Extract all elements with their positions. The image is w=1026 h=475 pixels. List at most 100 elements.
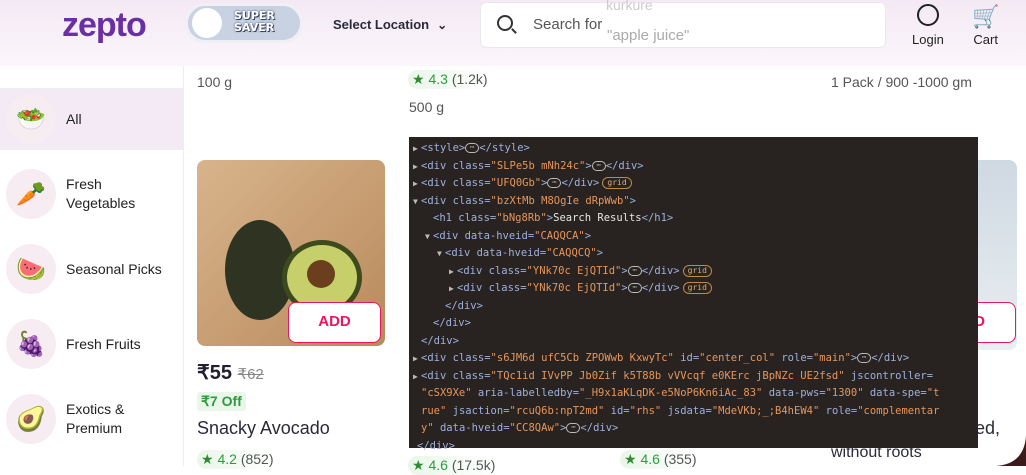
attr-value: "MdeVKb;_;B4hEW4" xyxy=(711,404,820,417)
attr-value: "rhs" xyxy=(629,404,662,417)
tag-token: <div class= xyxy=(421,369,491,382)
zepto-logo[interactable]: zepto xyxy=(62,6,147,45)
expand-arrow-icon[interactable]: ▶ xyxy=(413,175,421,193)
tag-token: </style> xyxy=(479,142,530,154)
cart-icon: 🛒 xyxy=(972,4,1000,29)
tag-token: </div> xyxy=(421,334,459,347)
attr-value: "main" xyxy=(812,352,851,364)
tag-token: <div class= xyxy=(421,352,491,364)
ellipsis-icon[interactable]: ⋯ xyxy=(547,178,562,188)
attr-value: "_H9x1aKLqDK-e5NoP6Kn6iAc_83" xyxy=(579,387,763,399)
collapse-arrow-icon[interactable]: ▼ xyxy=(413,193,421,211)
select-location-button[interactable]: Select Location ⌄ xyxy=(333,17,447,32)
attr-value: "UFQ0Gb" xyxy=(490,177,542,189)
search-input[interactable]: Search for kurkure "apple juice" xyxy=(480,0,886,48)
dom-node-line[interactable]: <h1 class="bNg8Rb">Search Results</h1> xyxy=(409,210,978,228)
tag-token: jsdata= xyxy=(661,404,712,417)
sidebar-item-all[interactable]: 🥗 All xyxy=(0,88,183,150)
grid-badge[interactable]: grid xyxy=(602,177,632,189)
dom-node-line[interactable]: ▶ <div class="TQc1id IVvPP Jb0Zif k5T88b … xyxy=(409,368,978,386)
sidebar-item-fresh-fruits[interactable]: 🍇 Fresh Fruits xyxy=(0,313,183,375)
grid-badge[interactable]: grid xyxy=(682,282,712,294)
tag-token: <div class= xyxy=(421,194,491,207)
ellipsis-icon[interactable]: ⋯ xyxy=(591,160,606,171)
dom-node-line[interactable]: ▼ <div data-hveid="CAQQCQ"> xyxy=(409,245,978,263)
sidebar-item-label: Fresh Vegetables xyxy=(66,176,136,211)
dom-node-line[interactable]: ▼ <div class="bzXtMb M8OgIe dRpWwb"> xyxy=(409,193,978,211)
dom-node-line[interactable]: "cSX9Xe" aria-labelledby="_H9x1aKLqDK-e5… xyxy=(409,385,978,403)
ellipsis-icon[interactable]: ⋯ xyxy=(627,283,642,293)
attr-value: y" xyxy=(421,422,434,434)
ellipsis-icon[interactable]: ⋯ xyxy=(627,265,642,276)
collapse-arrow-icon[interactable]: ▼ xyxy=(425,228,433,246)
dom-node-line[interactable]: ▶ <div class="YNk70c EjQTId"> ⋯ </div> grid xyxy=(409,263,978,281)
star-icon: ★ xyxy=(412,71,425,87)
dom-node-line[interactable]: rue" jsaction="rcuQ6b:npT2md" id="rhs" j… xyxy=(409,403,978,421)
tag-token: </div> xyxy=(417,439,455,452)
star-icon: ★ xyxy=(412,457,425,473)
expand-arrow-icon[interactable]: ▶ xyxy=(449,280,457,298)
dom-node-line[interactable]: ▶ <div class="YNk70c EjQTId"> ⋯ </div> grid xyxy=(409,280,978,298)
category-image: 🍉 xyxy=(6,244,56,294)
tag-token: > xyxy=(596,247,604,259)
search-placeholder-term: "apple juice" xyxy=(607,27,690,44)
category-image: 🥑 xyxy=(6,394,56,444)
dom-node-line[interactable]: ▶ <div class="UFQ0Gb"> ⋯ </div> grid xyxy=(409,175,978,193)
expand-arrow-icon[interactable]: ▶ xyxy=(413,158,421,176)
attr-value: "YNk70c EjQTId" xyxy=(526,264,622,277)
ellipsis-icon[interactable]: ⋯ xyxy=(465,143,480,153)
add-button[interactable]: ADD xyxy=(288,302,381,343)
grid-badge[interactable]: grid xyxy=(682,264,712,277)
dom-node-line[interactable]: ▶ <div class="SLPe5b mNh24c"> ⋯ </div> xyxy=(409,158,978,176)
expand-arrow-icon[interactable]: ▶ xyxy=(413,350,421,368)
star-icon: ★ xyxy=(201,451,214,467)
sidebar-item-fresh-vegetables[interactable]: 🥕 Fresh Vegetables xyxy=(0,163,183,225)
dom-node-line[interactable]: ▶ <style> ⋯ </style> xyxy=(409,140,978,158)
attr-value: rue" xyxy=(421,404,447,417)
ellipsis-icon[interactable]: ⋯ xyxy=(566,423,581,433)
sidebar-item-label: Seasonal Picks xyxy=(66,260,162,277)
attr-value: "cSX9Xe" xyxy=(421,387,472,399)
category-image: 🥕 xyxy=(6,169,56,219)
avocado-seed xyxy=(307,260,335,288)
attr-value: "SLPe5b mNh24c" xyxy=(490,159,586,172)
collapse-arrow-icon[interactable]: ▼ xyxy=(437,245,445,263)
login-label: Login xyxy=(912,32,944,47)
dom-node-line[interactable]: </div> xyxy=(409,333,978,351)
product-name[interactable]: Snacky Avocado xyxy=(197,418,330,439)
dom-node-line[interactable]: </div> xyxy=(409,298,978,316)
product-price: ₹55 ₹62 xyxy=(197,362,264,384)
dom-node-line[interactable]: y" data-hveid="CC8QAw"> ⋯ </div> xyxy=(409,420,978,438)
super-saver-toggle[interactable]: SUPER SAVER xyxy=(185,3,303,43)
dom-node-line[interactable]: </div> xyxy=(409,315,978,333)
tag-token: jscontroller= xyxy=(844,369,934,382)
dom-node-line[interactable]: ▼ <div data-hveid="CAQQCA"> xyxy=(409,228,978,246)
cart-button[interactable]: 🛒 Cart xyxy=(972,4,999,47)
sidebar-item-exotics-premium[interactable]: 🥑 Exotics & Premium xyxy=(0,388,183,450)
category-sidebar: 🥗 All 🥕 Fresh Vegetables 🍉 Seasonal Picks 🍇… xyxy=(0,66,184,466)
ellipsis-icon[interactable]: ⋯ xyxy=(857,353,872,363)
expand-arrow-icon[interactable]: ▶ xyxy=(413,368,421,386)
tag-token: <div data-hveid= xyxy=(445,247,547,259)
login-button[interactable]: Login xyxy=(912,4,944,47)
tag-token: > xyxy=(584,229,592,242)
tag-token: </div> xyxy=(605,159,644,172)
attr-value: "CAQQCQ" xyxy=(546,247,597,259)
devtools-elements-panel[interactable]: ▶ <style> ⋯ </style> ▶ <div class="SLPe5b mNh… xyxy=(409,137,978,452)
sidebar-item-seasonal-picks[interactable]: 🍉 Seasonal Picks xyxy=(0,238,183,300)
tag-token: <h1 class= xyxy=(433,212,497,224)
tag-token: </div> xyxy=(871,352,910,364)
sidebar-item-label: All xyxy=(66,110,82,127)
expand-arrow-icon[interactable]: ▶ xyxy=(449,263,457,281)
expand-arrow-icon[interactable]: ▶ xyxy=(413,140,421,158)
product-quantity: 500 g xyxy=(409,99,445,115)
tag-token: <style> xyxy=(421,142,466,154)
dom-node-line[interactable]: </div> xyxy=(409,438,978,456)
dom-node-line[interactable]: ▶ <div class="s6JM6d ufC5Cb ZPOWwb KxwyTc… xyxy=(409,350,978,368)
